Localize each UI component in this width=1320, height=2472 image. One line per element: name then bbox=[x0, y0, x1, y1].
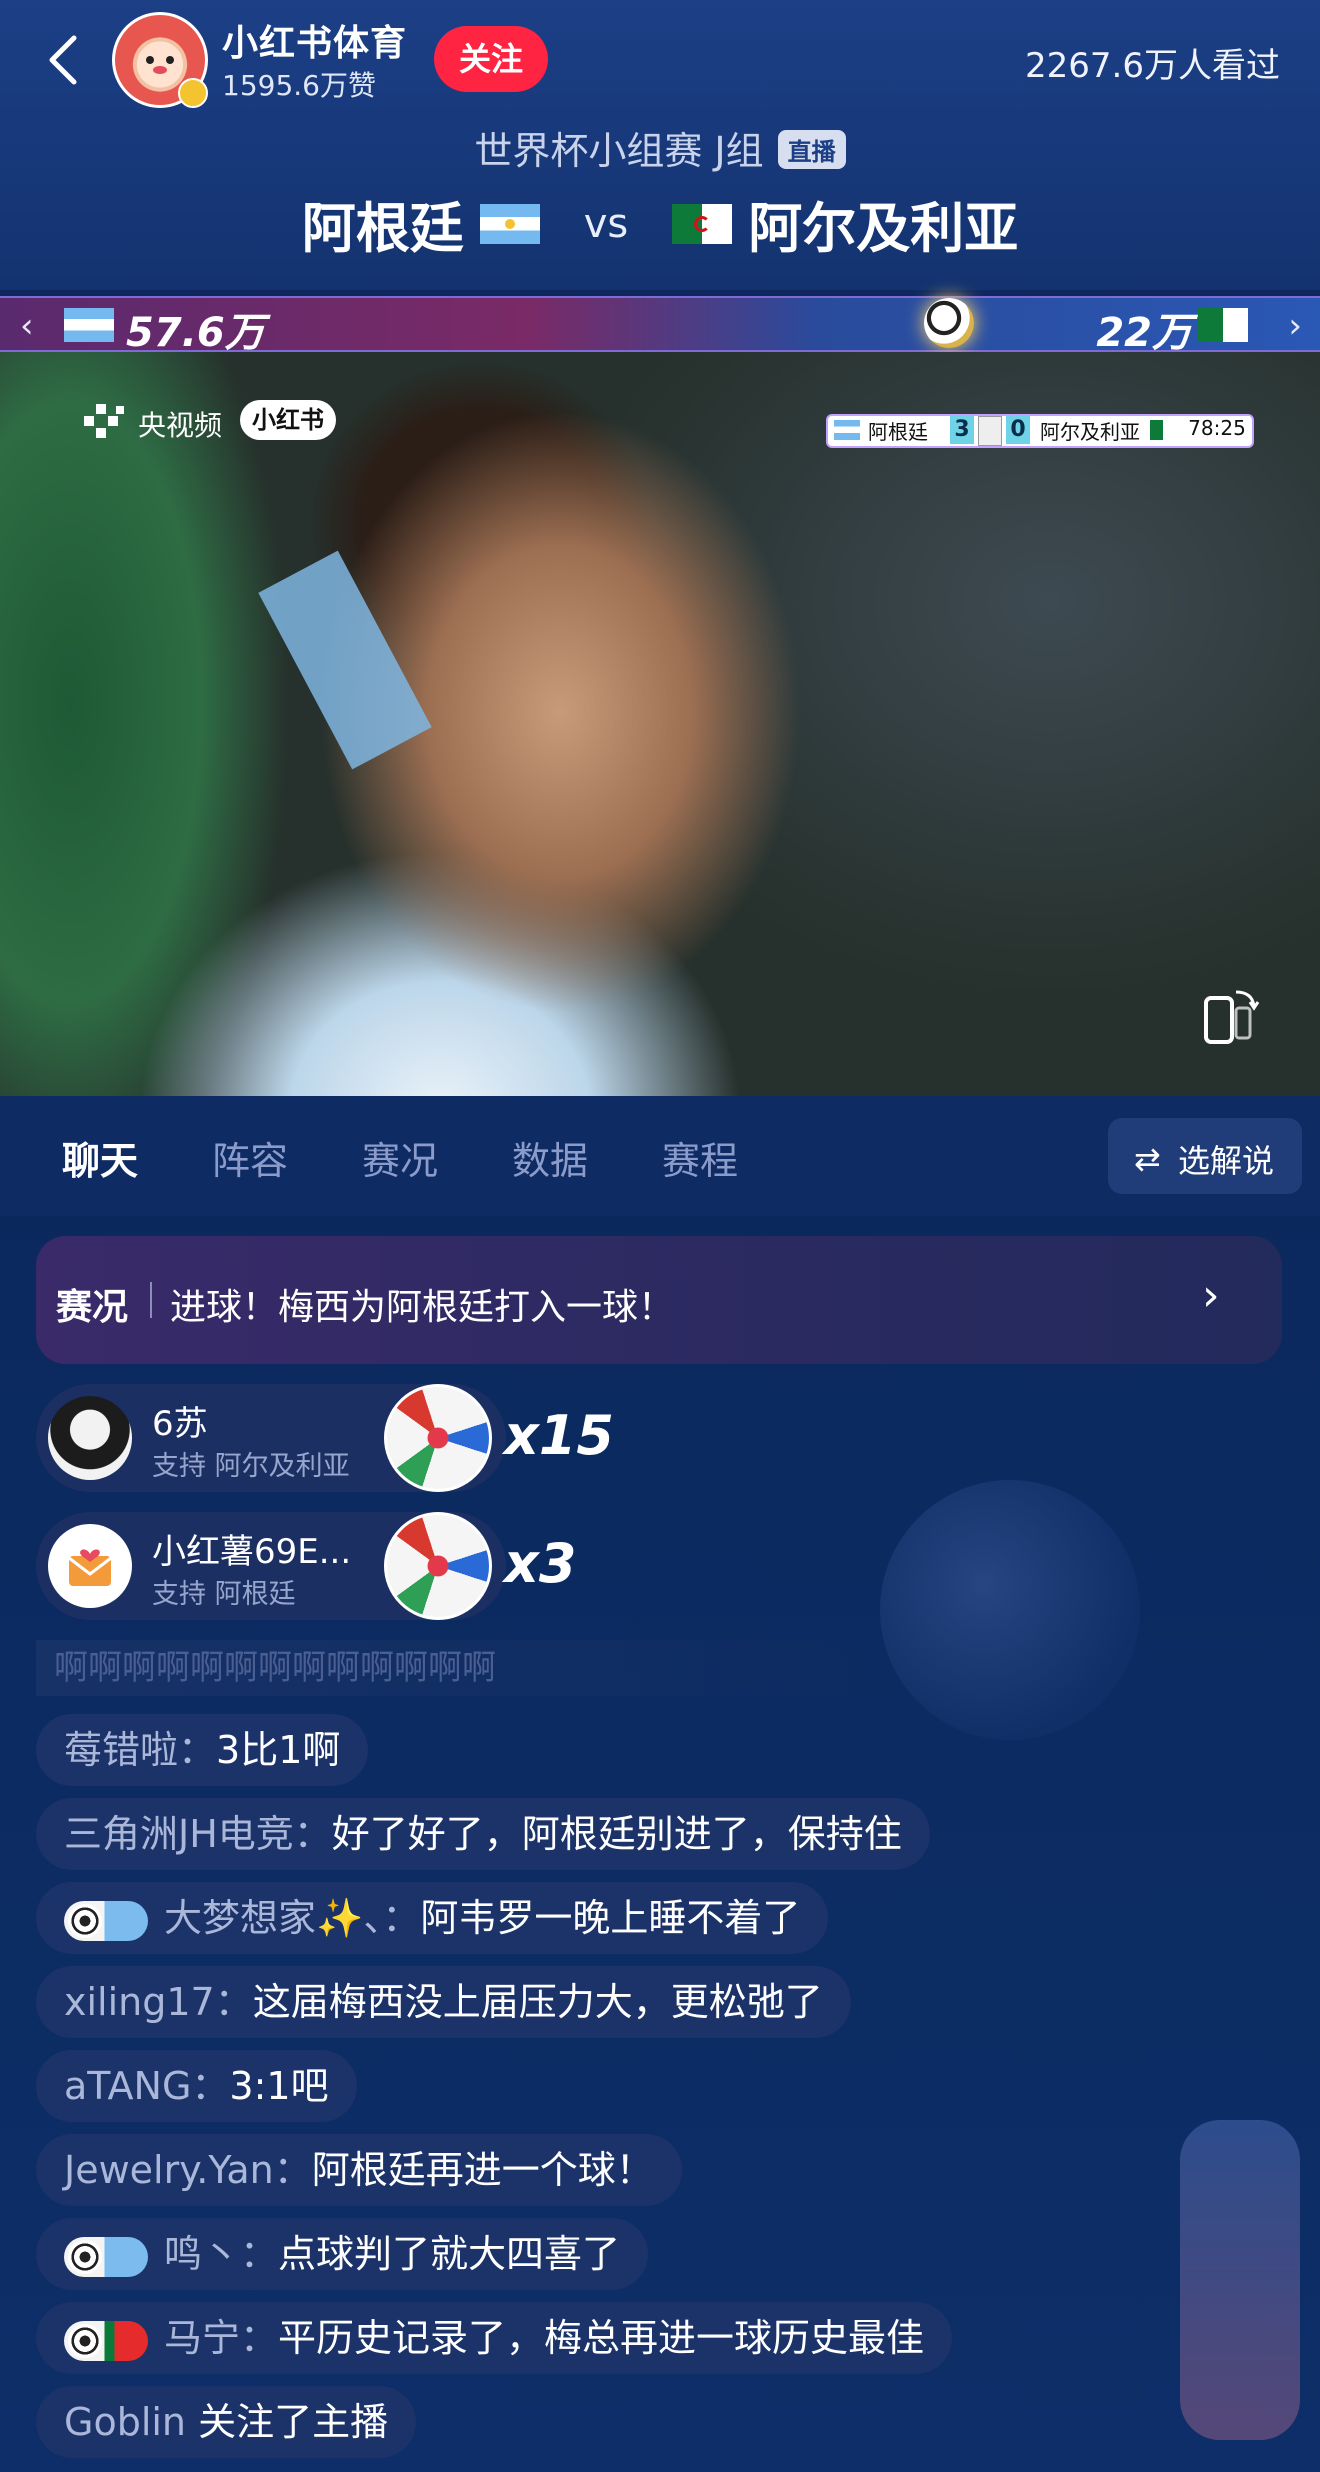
chat-message[interactable]: xiling17：这届梅西没上届压力大，更松弛了 bbox=[36, 1966, 851, 2038]
chat-text: 好了好了，阿根廷别进了，保持住 bbox=[331, 1812, 902, 1856]
trophy-icon bbox=[978, 416, 1002, 446]
gift-count: x15 bbox=[504, 1404, 614, 1467]
argentina-fan-badge-icon bbox=[64, 1900, 148, 1941]
tab-chat[interactable]: 聊天 bbox=[62, 1130, 138, 1185]
chat-username: aTANG： bbox=[64, 2064, 230, 2108]
chat-username: Jewelry.Yan： bbox=[64, 2148, 312, 2192]
algeria-flag-icon bbox=[672, 203, 733, 244]
scoreboard-home-team: 阿根廷 bbox=[868, 420, 928, 444]
cheer-mascot-decoration bbox=[1180, 2120, 1300, 2440]
swap-icon: ⇄ bbox=[1134, 1140, 1161, 1178]
chat-username: 三角洲JH电竞： bbox=[64, 1812, 332, 1856]
gift-user-avatar[interactable] bbox=[48, 1396, 132, 1480]
chevron-right-icon[interactable]: › bbox=[1202, 1270, 1220, 1321]
support-away-count: 22万 bbox=[1096, 310, 1192, 356]
gift-count: x3 bbox=[504, 1532, 577, 1595]
support-algeria-flag-icon bbox=[1198, 308, 1248, 342]
vs-label: vs bbox=[583, 200, 629, 247]
chat-message[interactable]: 大梦想家✨、：阿韦罗一晚上睡不着了 bbox=[36, 1882, 829, 1954]
danmaku-marquee: 啊啊啊啊啊啊啊啊啊啊啊啊啊 bbox=[36, 1640, 936, 1696]
chat-username: 马宁： bbox=[164, 2316, 279, 2360]
cctv-logo-icon bbox=[84, 404, 124, 438]
competition-name: 世界杯小组赛 J组 bbox=[474, 129, 764, 173]
banner-text: 进球！梅西为阿根廷打入一球！ bbox=[170, 1287, 675, 1328]
chat-message[interactable]: 鸣丶：点球判了就大四喜了 bbox=[36, 2218, 649, 2290]
gift-user-support: 支持 阿尔及利亚 bbox=[152, 1451, 350, 1482]
match-clock: 78:25 bbox=[1184, 416, 1250, 440]
gift-user-name: 小红薯69E... bbox=[152, 1532, 352, 1572]
chat-text: 关注了主播 bbox=[198, 2400, 389, 2444]
gift-user-name: 6苏 bbox=[152, 1404, 208, 1444]
live-video-player[interactable] bbox=[0, 352, 1320, 1096]
live-tag: 直播 bbox=[777, 130, 846, 169]
chat-text: 阿韦罗一晚上睡不着了 bbox=[420, 1896, 801, 1940]
back-arrow-icon[interactable] bbox=[36, 30, 96, 90]
support-argentina-flag-icon bbox=[64, 308, 114, 342]
chat-username: Goblin bbox=[64, 2400, 187, 2444]
chat-message[interactable]: Jewelry.Yan：阿根廷再进一个球！ bbox=[36, 2134, 682, 2206]
chat-username: 大梦想家✨、： bbox=[164, 1896, 421, 1940]
argentina-flag-icon bbox=[479, 203, 540, 244]
argentina-fan-badge-icon bbox=[64, 2236, 148, 2277]
banner-tag: 赛况 bbox=[56, 1287, 129, 1328]
platform-logo: 小红书 bbox=[240, 400, 336, 440]
competition-row: 世界杯小组赛 J组 直播 bbox=[0, 120, 1320, 175]
tab-lineup[interactable]: 阵容 bbox=[212, 1130, 288, 1185]
rotate-screen-icon[interactable] bbox=[1200, 984, 1264, 1048]
chat-text: 平历史记录了，梅总再进一球历史最佳 bbox=[278, 2316, 925, 2360]
channel-likes: 1595.6万赞 bbox=[222, 69, 376, 102]
verified-badge-icon bbox=[178, 78, 208, 108]
tab-schedule[interactable]: 赛程 bbox=[662, 1130, 738, 1185]
support-home-count: 57.6万 bbox=[126, 310, 265, 356]
avatar-face-icon bbox=[146, 56, 174, 74]
portugal-fan-badge-icon bbox=[64, 2320, 148, 2361]
broadcaster-label: 央视频 bbox=[138, 409, 223, 442]
background-ball-decoration bbox=[880, 1480, 1140, 1740]
support-right-arrow-icon[interactable]: › bbox=[1288, 306, 1302, 346]
chat-message[interactable]: Goblin 关注了主播 bbox=[36, 2386, 417, 2458]
gift-football-icon bbox=[384, 1512, 492, 1620]
tab-match-events[interactable]: 赛况 bbox=[362, 1130, 438, 1185]
scoreboard-home-flag-icon bbox=[834, 420, 860, 440]
scoreboard-away-team: 阿尔及利亚 bbox=[1040, 420, 1140, 444]
scoreboard-away-flag-icon bbox=[1150, 420, 1176, 440]
chat-text: 阿根廷再进一个球！ bbox=[311, 2148, 654, 2192]
chat-username: 莓错啦： bbox=[64, 1728, 217, 1772]
chat-text: 这届梅西没上届压力大，更松弛了 bbox=[252, 1980, 823, 2024]
chat-text: 3:1吧 bbox=[229, 2064, 329, 2108]
viewer-count: 2267.6万人看过 bbox=[1025, 46, 1280, 86]
chat-message[interactable]: 三角洲JH电竞：好了好了，阿根廷别进了，保持住 bbox=[36, 1798, 930, 1870]
home-team-name: 阿根廷 bbox=[301, 197, 464, 260]
support-ball-icon bbox=[924, 298, 974, 348]
follow-button[interactable]: 关注 bbox=[434, 26, 548, 92]
scoreboard-home-score: 3 bbox=[950, 416, 974, 444]
chat-username: 鸣丶： bbox=[164, 2232, 279, 2276]
chat-message[interactable]: 莓错啦：3比1啊 bbox=[36, 1714, 369, 1786]
gift-user-support: 支持 阿根廷 bbox=[152, 1579, 296, 1610]
chat-username: xiling17： bbox=[64, 1980, 253, 2024]
chat-message[interactable]: aTANG：3:1吧 bbox=[36, 2050, 357, 2122]
gift-football-icon bbox=[384, 1384, 492, 1492]
chat-text: 点球判了就大四喜了 bbox=[278, 2232, 621, 2276]
select-commentator-label: 选解说 bbox=[1178, 1142, 1275, 1180]
tab-stats[interactable]: 数据 bbox=[512, 1130, 588, 1185]
envelope-icon bbox=[68, 1549, 112, 1586]
channel-name[interactable]: 小红书体育 bbox=[222, 14, 407, 66]
scoreboard-away-score: 0 bbox=[1006, 416, 1030, 444]
chat-message[interactable]: 马宁：平历史记录了，梅总再进一球历史最佳 bbox=[36, 2302, 953, 2374]
banner-divider bbox=[150, 1282, 152, 1318]
match-title: 阿根廷 vs 阿尔及利亚 bbox=[0, 184, 1320, 263]
chat-text: 3比1啊 bbox=[216, 1728, 341, 1772]
support-left-arrow-icon[interactable]: ‹ bbox=[20, 306, 34, 346]
away-team-name: 阿尔及利亚 bbox=[748, 197, 1019, 260]
